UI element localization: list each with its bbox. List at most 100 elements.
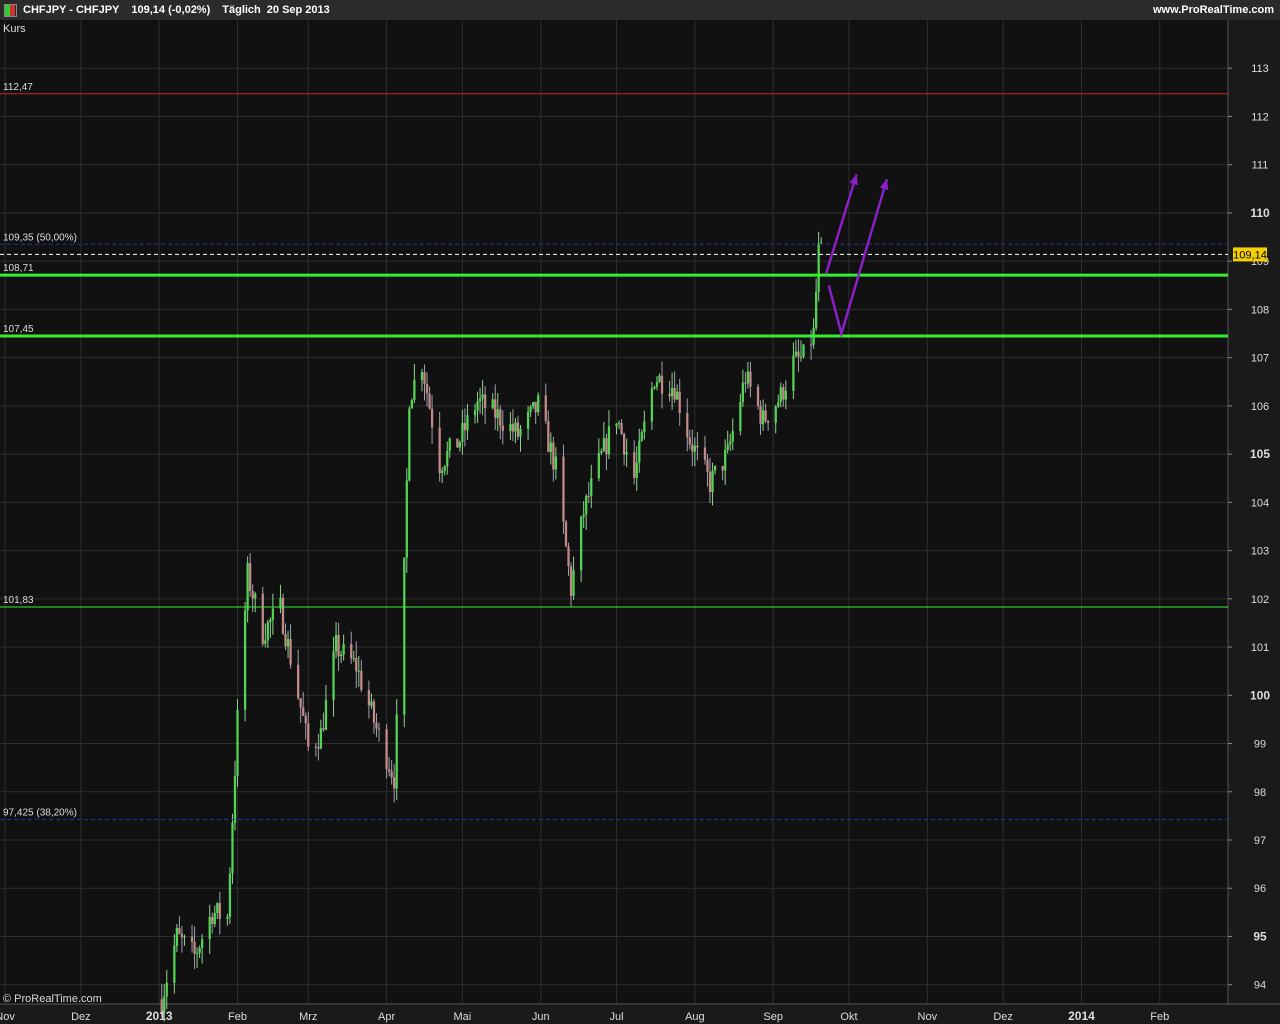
candle-body (425, 383, 429, 394)
candle-body (597, 452, 600, 479)
y-tick-label: 102 (1251, 594, 1269, 606)
panel-label: Kurs (3, 23, 26, 35)
candle-body (393, 777, 396, 789)
candle-body (473, 410, 477, 416)
candle-body (509, 424, 512, 431)
candle-body (764, 410, 767, 421)
x-tick-label: Jun (532, 1011, 550, 1023)
candle-body (534, 401, 537, 413)
candle-body (213, 912, 216, 925)
candle-body (794, 351, 798, 356)
candle-body (713, 466, 717, 471)
candle-body (357, 670, 360, 672)
x-tick-label: Okt (840, 1011, 857, 1023)
candle-body (218, 903, 221, 919)
interval-label[interactable]: Täglich (222, 0, 261, 20)
level-line-label: 109,35 (50,00%) (3, 232, 77, 243)
level-line-label: 97,425 (38,20%) (3, 808, 77, 819)
candle-body (413, 379, 416, 400)
symbol-label: CHFJPY - CHFJPY (23, 4, 120, 16)
price-chart[interactable]: 112,47 109,35 (50,00%) 108,71 107,45 101,83 9… (0, 20, 1280, 1024)
candle-body (774, 406, 777, 423)
candle-body (673, 387, 676, 400)
chart-header-bar: CHFJPY - CHFJPY 109,14 (-0,02%) Täglich … (0, 0, 1280, 21)
candle-body (585, 495, 588, 515)
candle-body (744, 382, 747, 384)
copyright-label: © ProRealTime.com (3, 993, 102, 1005)
candle-body (741, 382, 745, 403)
candle-body (466, 415, 469, 431)
candle-body (600, 451, 603, 453)
candle-body (693, 445, 696, 452)
y-tick-label: 110 (1250, 206, 1270, 220)
candle-body (633, 452, 636, 478)
candle-body (297, 664, 300, 699)
candle-body (650, 388, 654, 422)
candle-body (676, 391, 679, 400)
candle-body (481, 394, 484, 399)
candle-body (547, 420, 550, 452)
candle-body (670, 387, 674, 397)
candle-body (499, 409, 502, 426)
candle-body (526, 411, 530, 429)
candle-body (554, 456, 558, 470)
y-tick-label: 113 (1251, 63, 1269, 75)
candle-body (519, 428, 522, 437)
candle-body (173, 945, 176, 983)
candle-body (430, 408, 434, 428)
candle-body (797, 351, 800, 357)
y-tick-label: 101 (1251, 642, 1269, 654)
candle-body (658, 375, 661, 383)
plot-area (0, 20, 1228, 1004)
candle-body (324, 699, 328, 730)
candle-body (688, 437, 691, 445)
candle-body (438, 427, 441, 473)
candle-body (319, 728, 323, 749)
candle-body (264, 640, 267, 644)
candle-body (706, 459, 709, 473)
candle-body (653, 386, 656, 389)
candle-body (496, 409, 499, 418)
y-tick-label: 96 (1254, 883, 1266, 895)
candle-body (640, 432, 643, 441)
candle-body (408, 408, 411, 481)
candle-body (615, 423, 618, 427)
candle-body (678, 391, 681, 413)
candle-body (572, 570, 575, 596)
x-tick-label: Feb (1150, 1011, 1169, 1023)
candle-body (190, 936, 194, 942)
candle-body (784, 390, 787, 400)
site-link[interactable]: www.ProRealTime.com (1153, 0, 1274, 20)
candle-body (792, 355, 795, 391)
candle-body (299, 698, 302, 708)
y-tick-label: 98 (1254, 787, 1266, 799)
candle-body (441, 470, 444, 473)
quote-label: 109,14 (-0,02%) (131, 4, 211, 16)
candle-body (246, 563, 249, 611)
candle-body (249, 563, 252, 591)
candle-body (180, 933, 184, 938)
candle-body (638, 440, 641, 463)
candle-body (405, 480, 408, 558)
y-tick-label: 103 (1251, 546, 1269, 558)
x-tick-label: Mrz (299, 1011, 317, 1023)
candle-body (491, 399, 494, 409)
y-tick-label: 105 (1250, 447, 1270, 461)
candle-body (175, 928, 179, 946)
candle-body (731, 431, 734, 442)
candle-body (766, 420, 770, 423)
candle-body (815, 291, 818, 328)
candle-body (355, 657, 358, 672)
candle-body (721, 466, 724, 471)
candle-body (178, 928, 181, 934)
candle-body (607, 426, 611, 455)
y-tick-label: 104 (1251, 497, 1269, 509)
candle-body (251, 590, 254, 599)
candle-body (286, 639, 290, 647)
candle-body (372, 701, 376, 723)
candle-body (726, 444, 729, 450)
candle-body (516, 422, 520, 437)
candle-body (352, 657, 355, 659)
candle-body (514, 422, 517, 432)
candle-body (809, 344, 813, 346)
